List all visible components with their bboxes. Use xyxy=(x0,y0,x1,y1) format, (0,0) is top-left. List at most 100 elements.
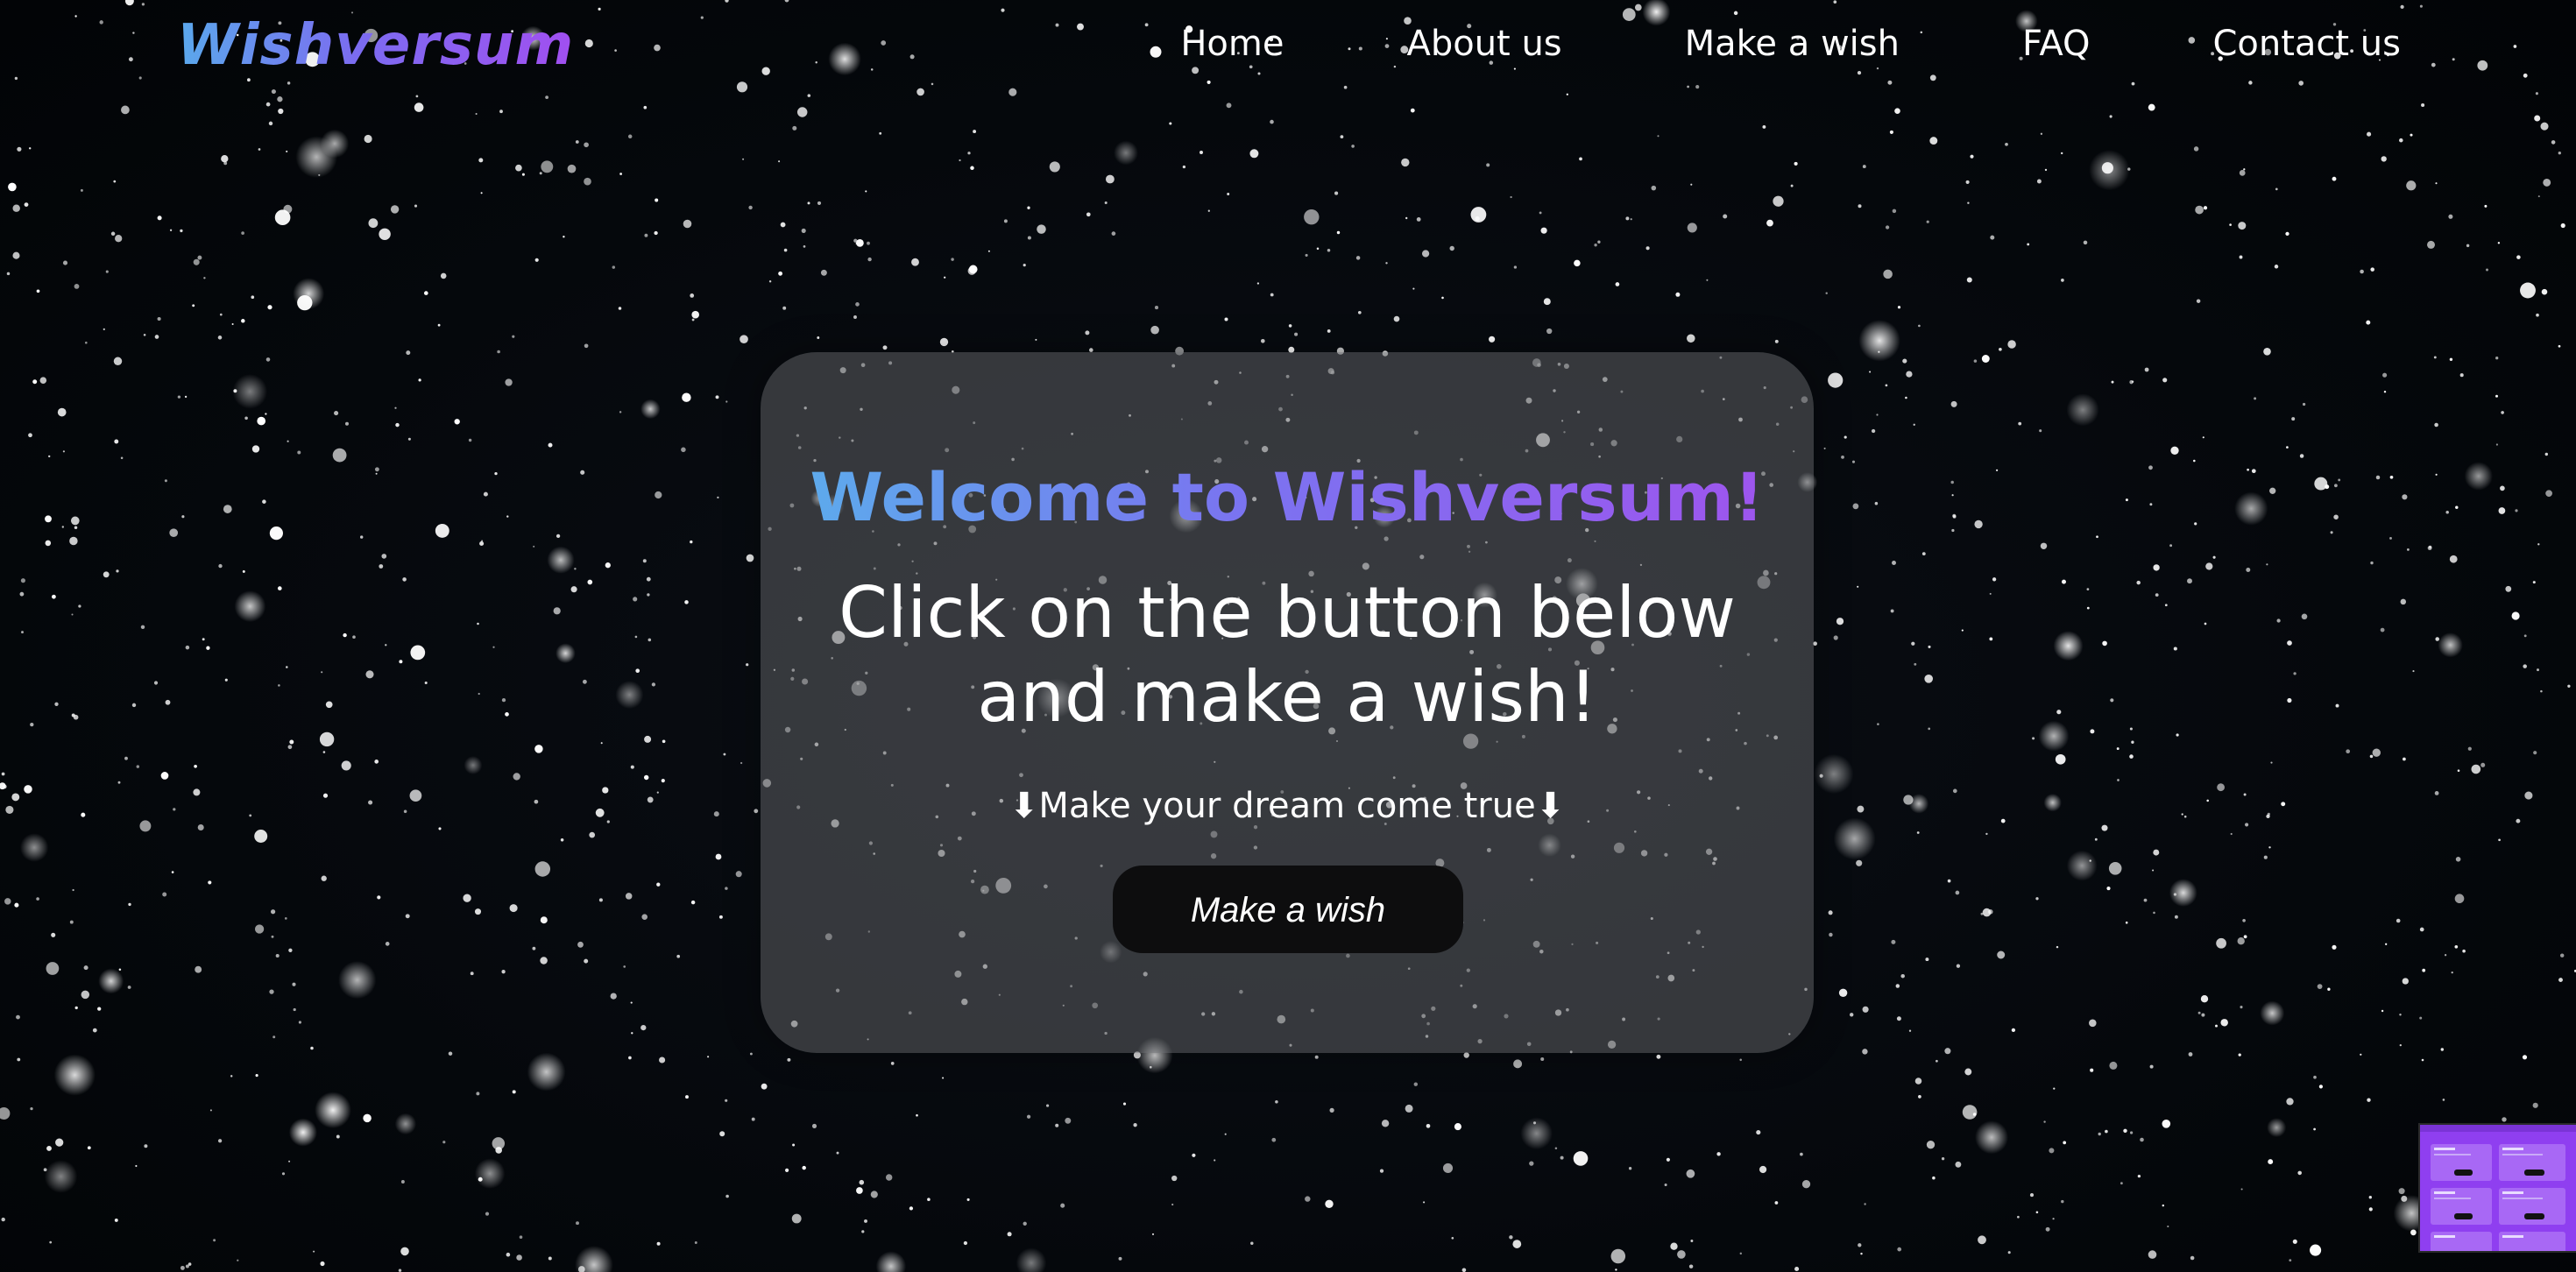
star xyxy=(406,350,411,356)
star xyxy=(492,646,495,648)
star xyxy=(1686,1169,1695,1178)
star xyxy=(2558,344,2561,348)
star xyxy=(2389,475,2394,479)
star xyxy=(682,392,691,402)
star xyxy=(2422,968,2426,972)
star xyxy=(2298,81,2304,86)
star xyxy=(2327,987,2331,991)
star xyxy=(440,272,447,279)
star xyxy=(208,880,212,885)
star xyxy=(48,455,51,458)
star xyxy=(206,646,210,650)
site-logo[interactable]: Wishversum xyxy=(177,9,574,82)
star xyxy=(2287,697,2292,703)
star xyxy=(533,545,535,548)
star-glow xyxy=(394,1113,417,1135)
star xyxy=(2317,984,2323,989)
star xyxy=(655,198,659,202)
star xyxy=(14,76,18,81)
star xyxy=(1989,637,1993,641)
star xyxy=(2056,710,2062,715)
star xyxy=(870,68,874,71)
star xyxy=(499,110,503,114)
nav-faq-link[interactable]: FAQ xyxy=(2022,18,2090,70)
star xyxy=(2332,176,2337,181)
star xyxy=(2480,762,2486,767)
star xyxy=(244,416,248,420)
star xyxy=(2501,411,2504,414)
star xyxy=(2367,1098,2371,1102)
star xyxy=(1928,645,1931,648)
star xyxy=(1154,306,1159,310)
star xyxy=(297,450,301,455)
star xyxy=(1426,1123,1431,1128)
star xyxy=(1825,292,1828,294)
nav-home-link[interactable]: Home xyxy=(1180,18,1284,70)
star xyxy=(2457,769,2460,773)
star xyxy=(251,445,260,453)
star xyxy=(1055,1123,1059,1127)
nav-contact-us-link[interactable]: Contact us xyxy=(2212,18,2401,70)
star xyxy=(478,692,480,696)
star xyxy=(2372,748,2381,757)
star xyxy=(17,146,22,152)
star xyxy=(2162,378,2168,383)
star xyxy=(2505,585,2512,592)
star xyxy=(497,350,500,354)
star xyxy=(1026,1114,1031,1119)
star xyxy=(694,1241,697,1244)
star xyxy=(2090,1068,2094,1072)
star xyxy=(479,541,485,547)
star xyxy=(587,579,593,585)
star xyxy=(16,1014,20,1020)
page-preview-thumbnail[interactable] xyxy=(2418,1123,2576,1253)
star xyxy=(630,1001,633,1004)
star xyxy=(28,433,32,438)
star xyxy=(265,413,267,415)
star xyxy=(1921,552,1926,556)
nav-make-a-wish-link[interactable]: Make a wish xyxy=(1685,18,1900,70)
star xyxy=(268,121,273,126)
make-a-wish-button[interactable]: Make a wish xyxy=(1113,866,1463,953)
star xyxy=(656,882,661,887)
star xyxy=(2243,168,2246,171)
star xyxy=(1104,201,1108,205)
star xyxy=(2477,60,2488,71)
star xyxy=(437,323,441,327)
star xyxy=(438,827,442,830)
star xyxy=(1801,1180,1811,1189)
star xyxy=(2486,268,2488,272)
star xyxy=(2544,452,2548,456)
star xyxy=(691,318,695,322)
star xyxy=(2560,223,2565,229)
star xyxy=(2205,562,2213,570)
star xyxy=(2533,751,2537,755)
star xyxy=(113,357,123,366)
star xyxy=(12,251,20,259)
preview-thumbnail-card xyxy=(2499,1188,2565,1225)
star xyxy=(30,1106,33,1111)
star xyxy=(2111,380,2114,384)
star xyxy=(2268,1159,2274,1165)
star-glow xyxy=(2234,491,2268,526)
star xyxy=(202,638,205,641)
star xyxy=(719,1131,725,1137)
star xyxy=(1997,950,2006,959)
star xyxy=(2435,182,2438,185)
star xyxy=(584,958,589,964)
star xyxy=(2117,779,2120,781)
star xyxy=(2197,1011,2201,1014)
star xyxy=(1355,256,1361,260)
star xyxy=(1334,191,1339,195)
star xyxy=(114,1218,118,1222)
star xyxy=(272,1035,276,1039)
star xyxy=(2187,578,2192,584)
star xyxy=(598,898,603,902)
star xyxy=(1405,216,1408,220)
star xyxy=(157,216,162,221)
star xyxy=(1554,1147,1558,1149)
nav-about-us-link[interactable]: About us xyxy=(1406,18,1561,70)
star xyxy=(271,935,274,938)
star xyxy=(177,395,181,399)
star xyxy=(1150,46,1162,58)
